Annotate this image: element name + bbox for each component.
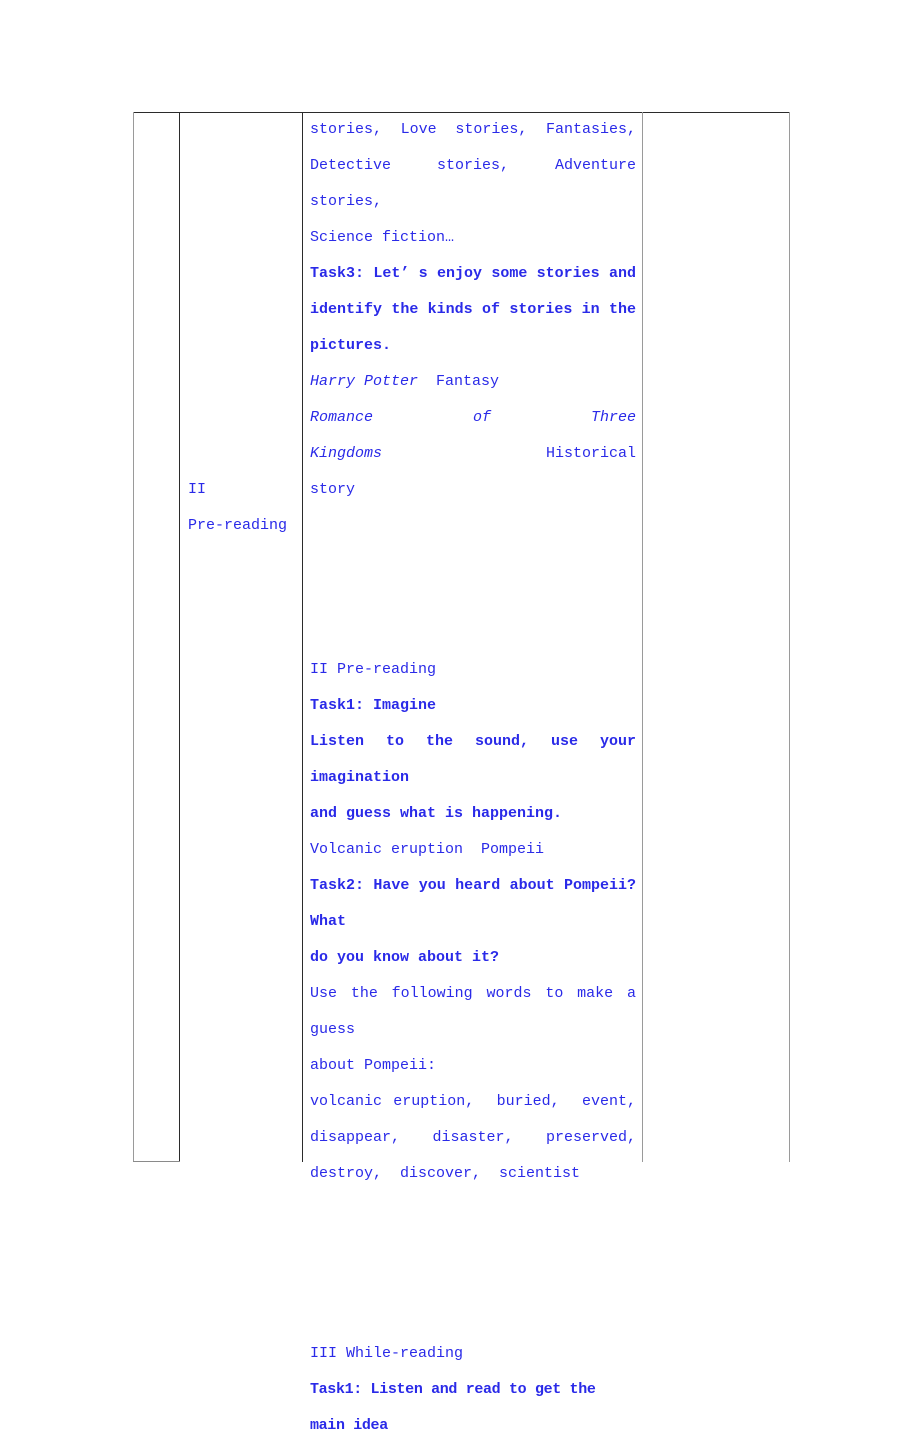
stage-name: Pre-reading	[188, 517, 288, 534]
task3-heading-line-3: pictures.	[310, 337, 392, 354]
task1-while-reading-heading: Task1: Listen and read to get the main i…	[310, 1381, 605, 1434]
table-column-divider-1	[179, 112, 180, 1162]
story-types-line-3: Science fiction…	[310, 229, 455, 246]
task1-instruction-line-1: Listen to the sound, use your imaginatio…	[310, 733, 646, 786]
task2-question-line-2: do you know about it?	[310, 949, 500, 966]
stage-column: II Pre-reading	[188, 112, 298, 544]
document-page: II Pre-reading stories, Love stories, Fa…	[0, 0, 920, 1434]
book-title-harry-potter: Harry Potter	[310, 373, 419, 390]
task2-instruction-line-2: about Pompeii:	[310, 1057, 437, 1074]
section-heading-while-reading: III While-reading	[310, 1345, 464, 1362]
example-row-harry-potter: Harry Potter Fantasy	[310, 364, 636, 400]
story-types-line-2: Detective stories, Adventure stories,	[310, 157, 646, 210]
stage-numeral: II	[188, 481, 207, 498]
table-right-border	[789, 112, 790, 1162]
table-column-divider-3	[642, 112, 643, 1162]
genre-historical-continued: story	[310, 481, 356, 498]
task2-question-line-1: Task2: Have you heard about Pompeii? Wha…	[310, 877, 646, 930]
section-heading-pre-reading: II Pre-reading	[310, 661, 437, 678]
table-column-divider-2	[302, 112, 303, 1162]
task1-instruction-line-2: and guess what is happening.	[310, 805, 563, 822]
task3-heading-line-2: identify the kinds of stories in the	[310, 301, 636, 318]
first-cell-bottom-border	[133, 1161, 180, 1162]
word-list-line-3: destroy, discover, scientist	[310, 1165, 581, 1182]
example-row-three-kingdoms: Romance of Three Kingdoms Historical	[310, 400, 636, 472]
genre-historical: Historical	[545, 445, 636, 462]
lesson-plan-table: II Pre-reading stories, Love stories, Fa…	[133, 112, 790, 1434]
task2-instruction-line-1: Use the following words to make a guess	[310, 985, 646, 1038]
word-list-line-1: volcanic eruption, buried, event,	[310, 1093, 636, 1110]
story-types-line-1: stories, Love stories, Fantasies,	[310, 121, 636, 138]
genre-fantasy: Fantasy	[436, 373, 500, 390]
task3-heading-line-1: Task3: Let’ s enjoy some stories and	[310, 265, 636, 282]
word-list-line-2: disappear, disaster, preserved,	[310, 1129, 636, 1146]
task1-imagine-heading: Task1: Imagine	[310, 697, 437, 714]
table-left-border	[133, 112, 134, 1162]
answer-volcanic-eruption-pompeii: Volcanic eruption Pompeii	[310, 841, 545, 858]
content-column: stories, Love stories, Fantasies, Detect…	[310, 112, 636, 1444]
